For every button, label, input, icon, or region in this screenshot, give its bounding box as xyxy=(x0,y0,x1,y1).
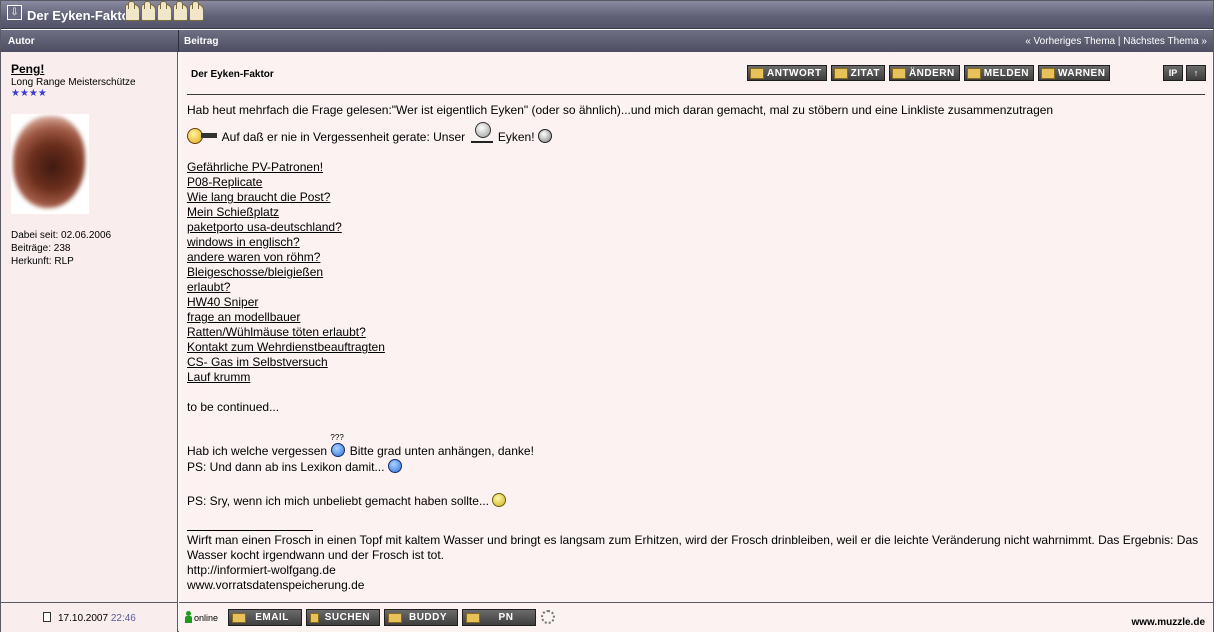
thread-link[interactable]: andere waren von röhm? xyxy=(187,250,1209,265)
signature-link-2: www.vorratsdatenspeicherung.de xyxy=(187,578,365,592)
signature-link-1: http://informiert-wolfgang.de xyxy=(187,563,336,577)
thread-link[interactable]: Ratten/Wühlmäuse töten erlaubt? xyxy=(187,325,1209,340)
search-icon xyxy=(310,612,319,623)
quote-button[interactable]: ZITAT xyxy=(830,65,885,81)
post-line2: Auf daß er nie in Vergessenheit gerate: … xyxy=(187,122,1209,145)
post-panel: Der Eyken-Faktor ANTWORT ZITAT ÄNDERN ME… xyxy=(179,52,1213,602)
search-button[interactable]: SUCHEN xyxy=(306,609,380,626)
document-icon xyxy=(43,612,51,622)
forum-post-frame: ⇩ Der Eyken-Faktor Autor Beitrag « Vorhe… xyxy=(0,0,1214,632)
pm-icon xyxy=(466,612,480,623)
reply-icon xyxy=(750,67,764,79)
report-icon xyxy=(966,67,981,79)
author-joined: Dabei seit: 02.06.2006 xyxy=(11,230,112,241)
thread-link[interactable]: Lauf krumm xyxy=(187,370,1209,385)
reply-button[interactable]: ANTWORT xyxy=(747,65,827,81)
thread-link[interactable]: Kontakt zum Wehrdienstbeauftragten xyxy=(187,340,1209,355)
post-small-actions: IP ↑ xyxy=(1163,65,1206,81)
author-rank: Long Range Meisterschütze xyxy=(11,77,136,88)
thread-link[interactable]: HW40 Sniper xyxy=(187,295,1209,310)
signature-divider xyxy=(187,530,313,531)
column-header: Autor Beitrag « Vorheriges Thema | Nächs… xyxy=(1,30,1213,52)
pm-button[interactable]: PN xyxy=(462,609,536,626)
avatar-image xyxy=(13,116,85,208)
ip-button[interactable]: IP xyxy=(1163,65,1183,81)
thumb-up-icon xyxy=(141,1,156,21)
thumb-up-icon xyxy=(173,1,188,21)
thread-title: Der Eyken-Faktor xyxy=(27,8,135,23)
author-meta: Dabei seit: 02.06.2006 Beiträge: 238 Her… xyxy=(11,229,111,268)
post-title: Der Eyken-Faktor xyxy=(191,69,274,80)
header-divider xyxy=(178,30,179,52)
online-status-icon xyxy=(184,611,193,623)
thread-link[interactable]: Mein Schießplatz xyxy=(187,205,1209,220)
author-name[interactable]: Peng! xyxy=(11,62,44,76)
question-smiley-icon: ??? xyxy=(330,434,346,458)
email-button[interactable]: EMAIL xyxy=(228,609,302,626)
thumb-up-icon xyxy=(125,1,140,21)
quote-icon xyxy=(833,67,848,79)
grin-smiley-icon xyxy=(492,493,507,507)
author-panel: Peng! Long Range Meisterschütze ★★★★ Dab… xyxy=(1,52,178,602)
flower-icon[interactable] xyxy=(541,610,555,624)
globe-smiley-icon xyxy=(537,129,552,143)
author-posts: Beiträge: 238 xyxy=(11,243,71,254)
continued-text: to be continued... xyxy=(187,400,280,414)
avatar xyxy=(11,114,89,214)
thread-link[interactable]: P08-Replicate xyxy=(187,175,1209,190)
online-status: online xyxy=(194,613,219,623)
author-column-header: Autor xyxy=(8,36,35,47)
warn-button[interactable]: WARNEN xyxy=(1037,65,1111,81)
forgot-line: Hab ich welche vergessen ??? Bitte grad … xyxy=(187,433,534,459)
ps2-line: PS: Sry, wenn ich mich unbeliebt gemacht… xyxy=(187,493,1209,509)
post-body: Hab heut mehrfach die Frage gelesen:"Wer… xyxy=(187,103,1209,593)
thread-rating xyxy=(125,1,204,21)
next-thread-link[interactable]: Nächstes Thema » xyxy=(1123,36,1207,47)
thread-link[interactable]: Gefährliche PV-Patronen! xyxy=(187,160,1209,175)
previous-thread-link[interactable]: « Vorheriges Thema xyxy=(1025,36,1115,47)
email-icon xyxy=(232,612,246,623)
collapse-icon[interactable]: ⇩ xyxy=(7,5,22,20)
thread-link[interactable]: paketporto usa-deutschland? xyxy=(187,220,1209,235)
user-action-bar: EMAIL SUCHEN BUDDY PN xyxy=(228,609,536,626)
report-button[interactable]: MELDEN xyxy=(963,65,1034,81)
buddy-icon xyxy=(388,612,402,623)
warn-icon xyxy=(1040,67,1055,79)
site-watermark: www.muzzle.de xyxy=(1131,617,1205,628)
post-footer-actions: online EMAIL SUCHEN BUDDY PN www.muzzle.… xyxy=(179,602,1213,632)
thread-nav: « Vorheriges Thema | Nächstes Thema » xyxy=(1025,36,1207,47)
post-action-bar: ANTWORT ZITAT ÄNDERN MELDEN WARNEN xyxy=(747,65,1111,81)
thread-link[interactable]: CS- Gas im Selbstversuch xyxy=(187,355,1209,370)
waving-smiley-icon xyxy=(469,122,495,144)
post-column-header: Beitrag xyxy=(184,36,219,47)
buddy-button[interactable]: BUDDY xyxy=(384,609,458,626)
thread-link[interactable]: erlaubt? xyxy=(187,280,1209,295)
post-footer-meta: 17.10.2007 22:46 xyxy=(1,602,178,632)
thumb-up-icon xyxy=(157,1,172,21)
edit-button[interactable]: ÄNDERN xyxy=(888,65,960,81)
thread-link[interactable]: Bleigeschosse/bleigießen xyxy=(187,265,1209,280)
post-intro: Hab heut mehrfach die Frage gelesen:"Wer… xyxy=(187,103,1054,117)
thread-title-bar: ⇩ Der Eyken-Faktor xyxy=(1,1,1213,29)
scroll-top-button[interactable]: ↑ xyxy=(1186,65,1206,81)
gun-smiley-icon xyxy=(187,128,219,144)
wink-smiley-icon xyxy=(387,459,402,473)
thumb-up-icon xyxy=(189,1,204,21)
thread-link[interactable]: windows in englisch? xyxy=(187,235,1209,250)
rank-stars-icon: ★★★★ xyxy=(11,88,47,99)
ps1-line: PS: Und dann ab ins Lexikon damit... xyxy=(187,459,1209,475)
post-divider xyxy=(187,94,1205,95)
thread-link[interactable]: frage an modellbauer xyxy=(187,310,1209,325)
thread-link[interactable]: Wie lang braucht die Post? xyxy=(187,190,1209,205)
signature-text: Wirft man einen Frosch in einen Topf mit… xyxy=(187,533,1199,562)
edit-icon xyxy=(891,67,906,79)
post-timestamp: 17.10.2007 22:46 xyxy=(58,613,136,624)
author-origin: Herkunft: RLP xyxy=(11,256,74,267)
